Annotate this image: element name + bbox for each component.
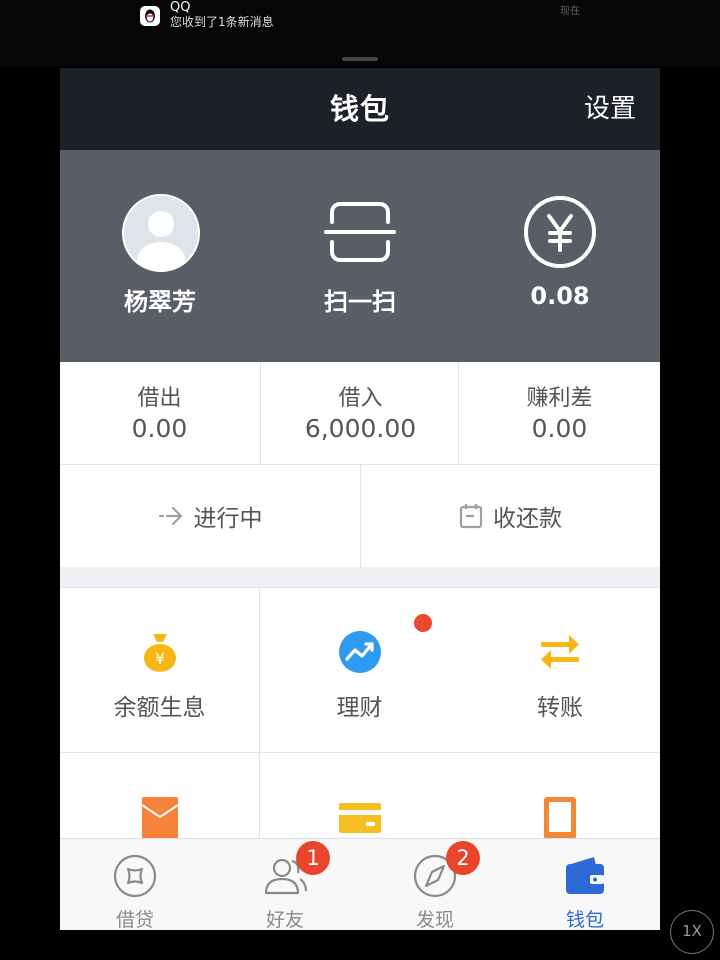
settings-button[interactable]: 设置 <box>584 68 636 150</box>
arrow-right-icon <box>158 506 182 526</box>
stat-spread[interactable]: 赚利差 0.00 <box>460 362 659 464</box>
wallet-tab-icon <box>560 853 610 899</box>
loan-stats: 借出 0.00 借入 6,000.00 赚利差 0.00 <box>60 362 660 465</box>
in-progress-label: 进行中 <box>193 506 263 532</box>
loan-tab-icon <box>110 853 160 899</box>
friends-badge: 1 <box>296 841 330 875</box>
divider <box>458 362 459 464</box>
stat-value: 0.00 <box>131 414 188 443</box>
section-gap <box>60 567 660 588</box>
stat-borrowed[interactable]: 借入 6,000.00 <box>261 362 460 464</box>
grid-item-transfer[interactable]: 转账 <box>460 588 660 752</box>
wallet-app: 钱包 设置 杨翠芳 扫一扫 0.08 借出 0.00 借入 6,000.00 赚… <box>60 68 660 930</box>
notification-grabber[interactable] <box>342 57 378 61</box>
yen-circle-icon <box>522 194 598 270</box>
money-bag-icon: ¥ <box>138 630 182 674</box>
tab-label: 发现 <box>415 909 454 930</box>
repayment-button[interactable]: 收还款 <box>361 465 660 567</box>
card-icon <box>338 795 382 839</box>
stat-label: 借出 <box>137 386 182 411</box>
stat-label: 赚利差 <box>526 386 593 411</box>
notification-time: 现在 <box>560 6 580 17</box>
tab-wallet[interactable]: 钱包 <box>510 839 660 930</box>
hero-panel: 杨翠芳 扫一扫 0.08 <box>60 150 660 362</box>
user-name: 杨翠芳 <box>124 288 196 316</box>
balance-value: 0.08 <box>530 282 590 310</box>
transfer-icon <box>538 630 582 674</box>
finance-new-dot <box>414 614 432 632</box>
profile-button[interactable]: 杨翠芳 <box>60 150 260 362</box>
in-progress-button[interactable]: 进行中 <box>60 465 360 567</box>
balance-button[interactable]: 0.08 <box>460 150 660 362</box>
zoom-button[interactable]: 1X <box>670 910 714 954</box>
stat-lent[interactable]: 借出 0.00 <box>60 362 259 464</box>
tab-bar: 借贷 1 好友 2 发现 钱包 <box>60 838 660 930</box>
tablet-icon <box>538 795 582 839</box>
page-title: 钱包 <box>329 92 390 126</box>
loan-actions: 进行中 收还款 <box>60 465 660 567</box>
tab-label: 好友 <box>265 909 304 930</box>
stat-value: 6,000.00 <box>304 414 417 443</box>
stat-label: 借入 <box>338 386 383 411</box>
navbar: 钱包 设置 <box>60 68 660 150</box>
grid-item-finance[interactable]: 理财 <box>260 588 459 752</box>
notification-banner[interactable]: QQ 您收到了1条新消息 现在 <box>0 0 720 66</box>
scan-icon <box>322 194 398 270</box>
scan-button[interactable]: 扫一扫 <box>260 150 460 362</box>
notification-message: 您收到了1条新消息 <box>170 15 274 29</box>
calendar-icon <box>459 504 483 529</box>
stat-value: 0.00 <box>531 414 588 443</box>
avatar <box>122 194 200 272</box>
grid-item-interest[interactable]: ¥ 余额生息 <box>60 588 259 752</box>
discover-badge: 2 <box>446 841 480 875</box>
repayment-label: 收还款 <box>493 506 562 532</box>
tab-label: 钱包 <box>565 909 604 930</box>
tab-label: 借贷 <box>115 909 154 930</box>
qq-penguin-icon <box>140 6 160 26</box>
grid-item-label: 理财 <box>336 695 383 721</box>
tab-discover[interactable]: 2 发现 <box>360 839 510 930</box>
svg-text:¥: ¥ <box>155 649 165 668</box>
red-envelope-icon <box>138 795 182 839</box>
grid-item-label: 余额生息 <box>113 695 206 721</box>
tab-friends[interactable]: 1 好友 <box>210 839 360 930</box>
trend-chart-icon <box>338 630 382 674</box>
scan-label: 扫一扫 <box>324 288 396 316</box>
tab-loan[interactable]: 借贷 <box>60 839 210 930</box>
grid-item-label: 转账 <box>537 695 583 721</box>
